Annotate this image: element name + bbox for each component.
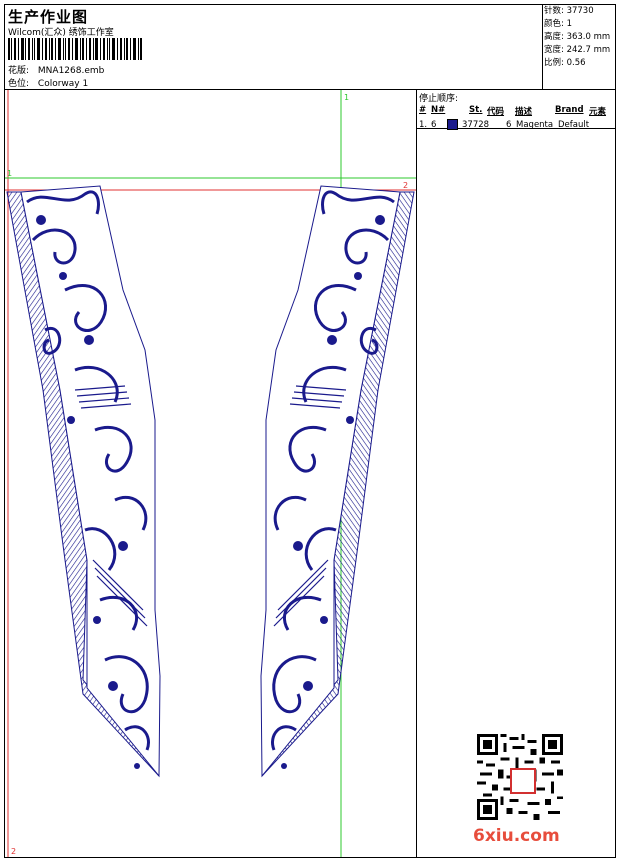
production-sheet: 生产作业图 Wilcom(汇众) 绣饰工作室 花版: MNA1268.emb 色…	[4, 4, 616, 858]
stop-sequence-panel: 停止顺序: # N# St. 代码 描述 Brand 元素 1. 6 37728…	[417, 90, 615, 132]
stop-sequence-header: # N# St. 代码 描述 Brand 元素	[417, 105, 615, 117]
stat-stitches: 针数: 37730	[544, 6, 594, 16]
row-description: Magenta	[516, 119, 554, 130]
company-name: Wilcom(汇众) 绣饰工作室	[8, 28, 114, 38]
row-stitches: 37728	[462, 119, 490, 130]
left-collar-panel	[6, 185, 161, 778]
col-element: 元素	[589, 107, 607, 117]
stop-sequence-title: 停止顺序:	[419, 94, 459, 104]
colorway-name: Colorway 1	[37, 79, 89, 89]
design-file-name: MNA1268.emb	[37, 66, 105, 76]
guide-h-left-label: 1	[7, 169, 12, 178]
col-description: 描述	[515, 107, 533, 117]
col-needle: N#	[431, 105, 446, 115]
guide-h-right-label: 2	[403, 181, 408, 190]
stat-height: 高度: 363.0 mm	[544, 32, 611, 42]
stat-colors: 颜色: 1	[544, 19, 572, 29]
embroidery-design: 1 1 2 2	[5, 90, 416, 857]
guide-v-label: 1	[344, 93, 349, 102]
col-brand: Brand	[555, 105, 584, 115]
design-preview: 1 1 2 2	[5, 90, 417, 857]
design-file-label: 花版:	[8, 66, 30, 76]
col-stitches: St.	[469, 105, 483, 115]
row-brand: Default	[558, 119, 590, 130]
row-needle: 6	[431, 119, 437, 130]
col-index: #	[419, 105, 427, 115]
design-file-line: 花版: MNA1268.emb	[8, 63, 104, 76]
colorway-label: 色位:	[8, 79, 30, 89]
stop-sequence-row: 1. 6 37728 6 Magenta Default	[417, 117, 615, 132]
guide-bottom-label: 2	[11, 847, 16, 856]
sheet-header: 生产作业图 Wilcom(汇众) 绣饰工作室 花版: MNA1268.emb 色…	[5, 5, 615, 90]
barcode	[8, 38, 142, 60]
thread-color-swatch	[447, 119, 458, 130]
stat-scale: 比例: 0.56	[544, 58, 586, 68]
stat-width: 宽度: 242.7 mm	[544, 45, 611, 55]
col-code: 代码	[487, 107, 505, 117]
stats-panel: 针数: 37730 颜色: 1 高度: 363.0 mm 宽度: 242.7 m…	[542, 5, 616, 89]
sheet-title: 生产作业图	[8, 8, 89, 26]
row-code: 6	[506, 119, 512, 130]
row-index: 1.	[419, 119, 428, 130]
right-collar-panel	[260, 185, 415, 778]
seal-stamp	[510, 768, 536, 794]
watermark: 6xiu.com	[473, 826, 560, 846]
colorway-line: 色位: Colorway 1	[8, 76, 88, 89]
